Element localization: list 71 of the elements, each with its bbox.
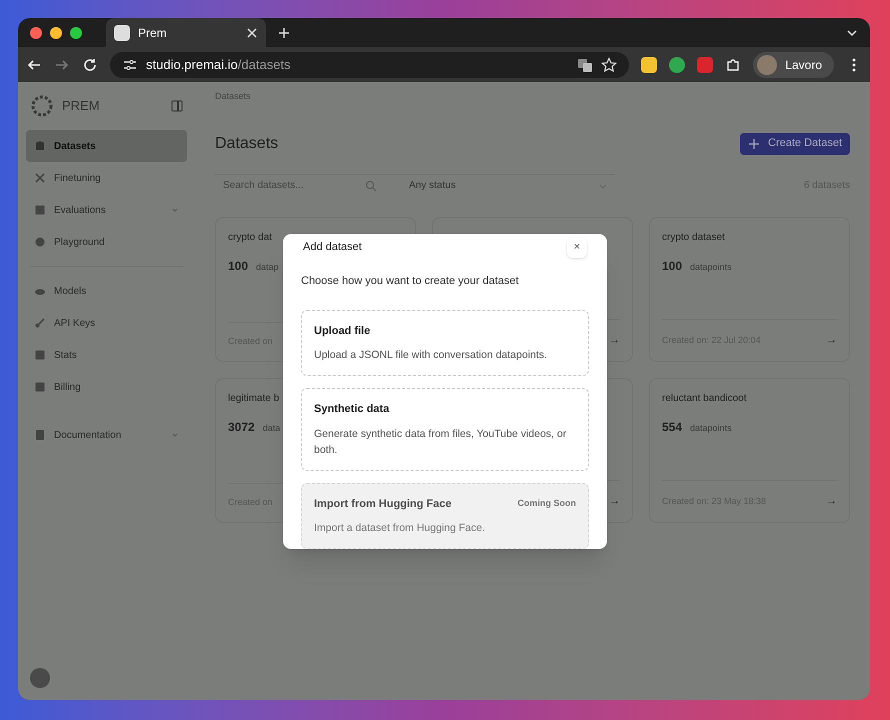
tab-title: Prem <box>138 24 168 40</box>
document-icon <box>34 429 46 441</box>
dialog-title: Add dataset <box>303 240 362 256</box>
arrow-link[interactable]: → <box>826 332 837 348</box>
dialog-prompt: Choose how you want to create your dataset <box>301 274 520 289</box>
square-icon <box>34 204 46 216</box>
sidebar-item[interactable]: Evaluations <box>26 194 187 226</box>
option-card[interactable]: Upload file Upload a JSONL file with conversation datapoints. <box>301 310 589 376</box>
datapoint-count: 554 <box>662 418 682 436</box>
browser-tab[interactable]: Prem <box>106 18 266 47</box>
datapoint-label: data <box>262 422 280 434</box>
address-bar[interactable]: studio.premai.io/datasets <box>110 52 630 78</box>
option-title: Upload file <box>314 324 370 338</box>
square-icon <box>34 381 46 393</box>
option-title: Synthetic data <box>314 402 390 417</box>
page-title: Datasets <box>215 134 278 154</box>
coming-soon-label: Coming Soon <box>518 497 576 510</box>
dataset-name: crypto dataset <box>662 230 725 244</box>
datapoint-count: 100 <box>228 258 248 274</box>
close-window-button[interactable] <box>30 26 42 38</box>
sidebar-item[interactable]: Documentation <box>26 419 187 451</box>
option-description: Upload a JSONL file with conversation datapoints. <box>314 348 548 363</box>
option-card[interactable]: Synthetic data Generate synthetic data from files, YouTube videos, or both. <box>301 388 589 470</box>
datapoint-label: datapoints <box>690 422 732 435</box>
dataset-name: reluctant bandicoot <box>662 392 747 406</box>
logo-icon <box>30 94 54 118</box>
sidebar-toggle-icon[interactable] <box>171 100 183 112</box>
extension-icon[interactable] <box>669 56 686 72</box>
circle-icon <box>34 236 46 248</box>
star-icon[interactable] <box>601 56 618 72</box>
option-description: Generate synthetic data from files, YouTube videos, or both. <box>314 426 568 458</box>
status-dropdown[interactable]: Any status <box>409 174 609 196</box>
dataset-name: legitimate b <box>228 392 280 406</box>
brand-name: PREM <box>62 97 100 116</box>
datapoint-count: 100 <box>662 258 682 274</box>
option-title: Import from Hugging Face <box>314 496 452 512</box>
sidebar-item[interactable]: Finetuning <box>26 162 187 194</box>
arrow-link[interactable]: → <box>609 332 620 348</box>
dataset-name: crypto dat <box>228 230 272 244</box>
maximize-window-button[interactable] <box>70 26 82 38</box>
square-icon <box>34 349 46 361</box>
reload-icon[interactable] <box>82 56 98 72</box>
minimize-window-button[interactable] <box>50 26 62 38</box>
create-dataset-button[interactable]: Create Dataset <box>740 132 850 154</box>
sidebar-item[interactable]: Datasets <box>26 130 187 162</box>
new-tab-icon[interactable] <box>278 26 290 38</box>
translate-icon[interactable] <box>577 56 594 72</box>
sidebar-item[interactable]: API Keys <box>26 307 187 339</box>
arrow-link[interactable]: → <box>609 493 620 510</box>
breadcrumb[interactable]: Datasets <box>215 90 850 104</box>
search-field[interactable]: Search datasets... <box>223 178 365 193</box>
sidebar-item[interactable]: Models <box>26 275 187 307</box>
extension-icon[interactable] <box>641 56 658 72</box>
profile-button[interactable]: Lavoro <box>753 52 834 78</box>
url-text: studio.premai.io/datasets <box>146 56 291 74</box>
plus-icon <box>748 138 760 150</box>
close-button[interactable]: × <box>567 238 587 258</box>
avatar-icon <box>757 54 778 74</box>
sidebar-item[interactable]: Playground <box>26 226 187 258</box>
datapoint-label: datap <box>256 260 279 274</box>
sidebar-item[interactable]: Billing <box>26 371 187 403</box>
arrow-link[interactable]: → <box>826 493 837 510</box>
option-description: Import a dataset from Hugging Face. <box>314 521 486 536</box>
datapoint-count: 3072 <box>228 418 255 436</box>
close-tab-icon[interactable] <box>246 26 258 38</box>
sidebar-item[interactable]: Stats <box>26 339 187 371</box>
database-icon <box>34 140 46 152</box>
favicon-icon <box>114 24 130 40</box>
search-icon <box>365 180 377 192</box>
key-icon <box>34 317 46 329</box>
datapoint-label: datapoints <box>690 260 732 274</box>
